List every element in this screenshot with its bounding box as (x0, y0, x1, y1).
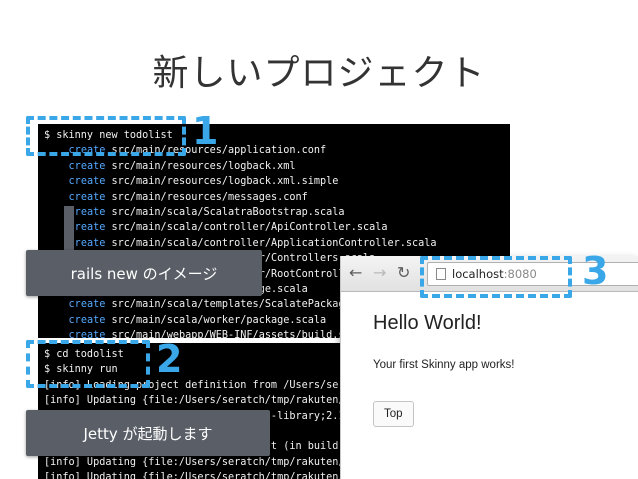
terminal-line-keyword: create (68, 299, 106, 311)
reload-icon[interactable]: ↻ (397, 265, 410, 281)
terminal-line-keyword: create (68, 222, 106, 234)
back-arrow-icon[interactable]: ← (349, 265, 362, 281)
terminal-line: [info] Updating {file:/Users/seratch/tmp… (44, 456, 350, 468)
page-heading: Hello World! (373, 312, 482, 334)
terminal-line-keyword: create (68, 314, 106, 326)
terminal-line-prefix (44, 315, 69, 326)
slide-title: 新しいプロジェクト (152, 53, 486, 94)
terminal-line: create src/main/scala/controller/ApiCont… (44, 220, 510, 235)
callout-box-2 (26, 340, 150, 388)
page-message: Your first Skinny app works! (373, 359, 515, 371)
terminal-line-text: src/main/resources/messages.conf (105, 191, 308, 203)
terminal-line-keyword: create (68, 330, 106, 338)
terminal-line-text: src/main/webapp/WEB-INF/assets/build.sbt (105, 330, 357, 338)
terminal-line: [info] Updating {file:/Users/seratch/tmp… (44, 472, 350, 479)
terminal-line: create src/main/scala/ScalatraBootstrap.… (44, 205, 510, 220)
terminal-line: create src/main/resources/logback.xml (44, 159, 510, 174)
terminal-line-text: src/main/scala/worker/package.scala (105, 314, 327, 326)
terminal-line-prefix (44, 176, 69, 187)
terminal-line: create src/main/resources/logback.xml.si… (44, 174, 510, 189)
terminal-line: [info] Updating {file:/Users/seratch/tmp… (44, 395, 350, 407)
terminal-line-text: src/main/resources/logback.xml.simple (105, 176, 339, 188)
note-rails-new: rails new のイメージ (26, 250, 262, 296)
terminal-line: create src/main/scala/controller/Applica… (44, 236, 510, 251)
terminal-line-prefix (44, 299, 69, 310)
terminal-line-text: src/main/resources/logback.xml (105, 160, 296, 172)
forward-arrow-icon[interactable]: → (373, 265, 386, 281)
note-stem-rails (64, 206, 74, 256)
terminal-line: create src/main/resources/messages.conf (44, 190, 510, 205)
note-jetty-start: Jetty が起動します (26, 410, 270, 456)
callout-number-2: 2 (156, 337, 183, 381)
terminal-line-prefix (44, 330, 69, 338)
terminal-line-text: src/main/scala/controller/ApplicationCon… (105, 237, 437, 249)
callout-box-3 (420, 256, 572, 298)
terminal-line-prefix (44, 192, 69, 203)
terminal-line-keyword: create (68, 176, 106, 188)
terminal-line-keyword: create (68, 237, 106, 249)
terminal-line-keyword: create (68, 160, 106, 172)
terminal-line-text: src/main/scala/ScalatraBootstrap.scala (105, 206, 345, 218)
top-button[interactable]: Top (373, 401, 414, 427)
callout-number-1: 1 (192, 109, 219, 153)
terminal-line-keyword: create (68, 191, 106, 203)
terminal-line-keyword: create (68, 206, 106, 218)
terminal-line-prefix (44, 161, 69, 172)
callout-box-1 (26, 116, 186, 156)
terminal-line-text: src/main/scala/controller/ApiController.… (105, 222, 388, 234)
callout-number-3: 3 (582, 249, 609, 293)
page-content: Hello World! Your first Skinny app works… (341, 292, 638, 427)
